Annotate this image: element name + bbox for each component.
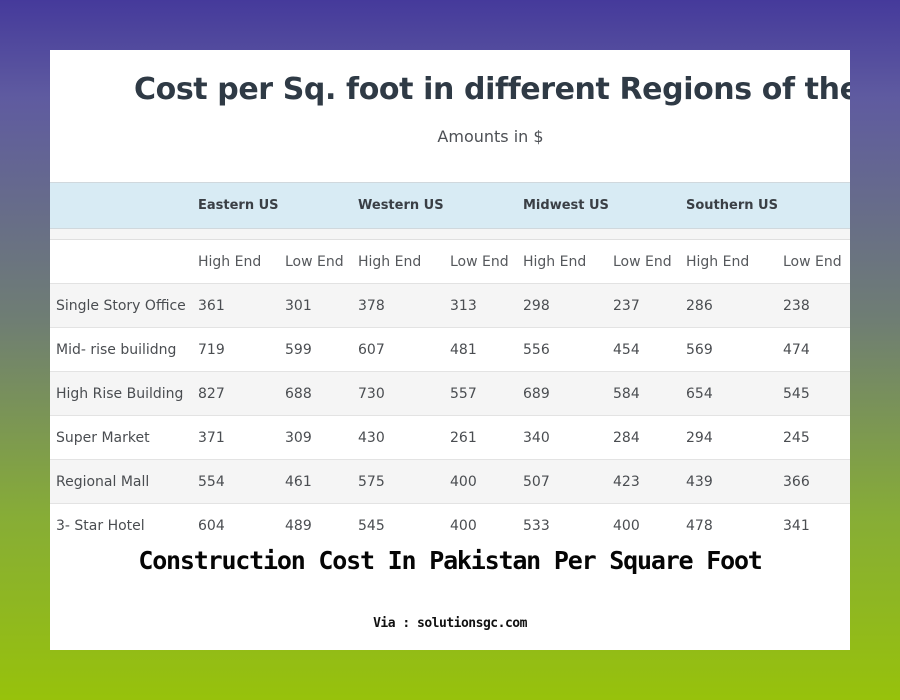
- source-credit: Via : solutionsgc.com: [373, 616, 527, 631]
- cost-cell: 575: [358, 459, 450, 504]
- cost-cell: 423: [613, 459, 686, 504]
- cost-cell: 371: [198, 415, 285, 460]
- row-label: Single Story Office: [50, 283, 198, 328]
- subheader-cell: Low End: [613, 239, 686, 284]
- cost-cell: 689: [523, 371, 613, 416]
- cost-cell: 604: [198, 503, 285, 540]
- cost-cell: 286: [686, 283, 783, 328]
- row-label: High Rise Building: [50, 371, 198, 416]
- subheader-cell: High End: [358, 239, 450, 284]
- cost-cell: 341: [783, 503, 850, 540]
- empty-header-cell: [783, 182, 850, 229]
- cost-cell: 474: [783, 327, 850, 372]
- cost-cell: 827: [198, 371, 285, 416]
- cost-cell: 545: [358, 503, 450, 540]
- table-row: Single Story Office 361 301 378 313 298 …: [50, 283, 850, 328]
- cost-cell: 507: [523, 459, 613, 504]
- cost-cell: 400: [450, 459, 523, 504]
- table-subtitle: Amounts in $: [437, 127, 544, 146]
- cost-cell: 719: [198, 327, 285, 372]
- region-header-row: Eastern US Western US Midwest US Souther…: [50, 182, 850, 229]
- cost-cell: 237: [613, 283, 686, 328]
- empty-header-cell: [50, 182, 198, 229]
- cost-cell: 284: [613, 415, 686, 460]
- cost-cell: 400: [613, 503, 686, 540]
- cost-cell: 688: [285, 371, 358, 416]
- cost-cell: 294: [686, 415, 783, 460]
- page-caption: Construction Cost In Pakistan Per Square…: [138, 546, 763, 575]
- row-label: Mid- rise builidng: [50, 327, 198, 372]
- header-spacer-row: [50, 228, 850, 240]
- spacer-cell: [50, 228, 850, 240]
- empty-subheader-cell: [50, 239, 198, 284]
- subheader-row: High End Low End High End Low End High E…: [50, 239, 850, 284]
- cost-cell: 361: [198, 283, 285, 328]
- empty-header-cell: [613, 182, 686, 229]
- cost-cell: 489: [285, 503, 358, 540]
- region-header: Southern US: [686, 182, 783, 229]
- cost-table-image: Cost per Sq. foot in different Regions o…: [50, 50, 850, 540]
- cost-cell: 481: [450, 327, 523, 372]
- cost-cell: 569: [686, 327, 783, 372]
- table-row: Regional Mall 554 461 575 400 507 423 43…: [50, 459, 850, 504]
- row-label: Regional Mall: [50, 459, 198, 504]
- cost-cell: 478: [686, 503, 783, 540]
- cost-cell: 301: [285, 283, 358, 328]
- cost-cell: 439: [686, 459, 783, 504]
- cost-cell: 533: [523, 503, 613, 540]
- cost-cell: 554: [198, 459, 285, 504]
- cost-cell: 654: [686, 371, 783, 416]
- region-header: Midwest US: [523, 182, 613, 229]
- cost-cell: 557: [450, 371, 523, 416]
- cost-cell: 366: [783, 459, 850, 504]
- table-row: Mid- rise builidng 719 599 607 481 556 4…: [50, 327, 850, 372]
- table-row: Super Market 371 309 430 261 340 284 294…: [50, 415, 850, 460]
- subheader-cell: Low End: [285, 239, 358, 284]
- cost-cell: 400: [450, 503, 523, 540]
- subheader-cell: High End: [523, 239, 613, 284]
- subheader-cell: Low End: [450, 239, 523, 284]
- subheader-cell: High End: [686, 239, 783, 284]
- cost-cell: 599: [285, 327, 358, 372]
- cost-cell: 730: [358, 371, 450, 416]
- cost-cell: 238: [783, 283, 850, 328]
- cost-cell: 584: [613, 371, 686, 416]
- table-title: Cost per Sq. foot in different Regions o…: [134, 72, 850, 107]
- article-image-card: Cost per Sq. foot in different Regions o…: [50, 50, 850, 650]
- subheader-cell: Low End: [783, 239, 850, 284]
- cost-cell: 430: [358, 415, 450, 460]
- empty-header-cell: [285, 182, 358, 229]
- cost-table: Eastern US Western US Midwest US Souther…: [50, 182, 850, 540]
- cost-cell: 340: [523, 415, 613, 460]
- table-row: 3- Star Hotel 604 489 545 400 533 400 47…: [50, 503, 850, 540]
- cost-cell: 245: [783, 415, 850, 460]
- cost-cell: 607: [358, 327, 450, 372]
- region-header: Western US: [358, 182, 450, 229]
- cost-cell: 313: [450, 283, 523, 328]
- empty-header-cell: [450, 182, 523, 229]
- cost-cell: 461: [285, 459, 358, 504]
- cost-cell: 545: [783, 371, 850, 416]
- region-header: Eastern US: [198, 182, 285, 229]
- cost-cell: 556: [523, 327, 613, 372]
- subheader-cell: High End: [198, 239, 285, 284]
- cost-cell: 454: [613, 327, 686, 372]
- row-label: Super Market: [50, 415, 198, 460]
- cost-cell: 298: [523, 283, 613, 328]
- cost-cell: 378: [358, 283, 450, 328]
- cost-cell: 261: [450, 415, 523, 460]
- cost-cell: 309: [285, 415, 358, 460]
- row-label: 3- Star Hotel: [50, 503, 198, 540]
- table-row: High Rise Building 827 688 730 557 689 5…: [50, 371, 850, 416]
